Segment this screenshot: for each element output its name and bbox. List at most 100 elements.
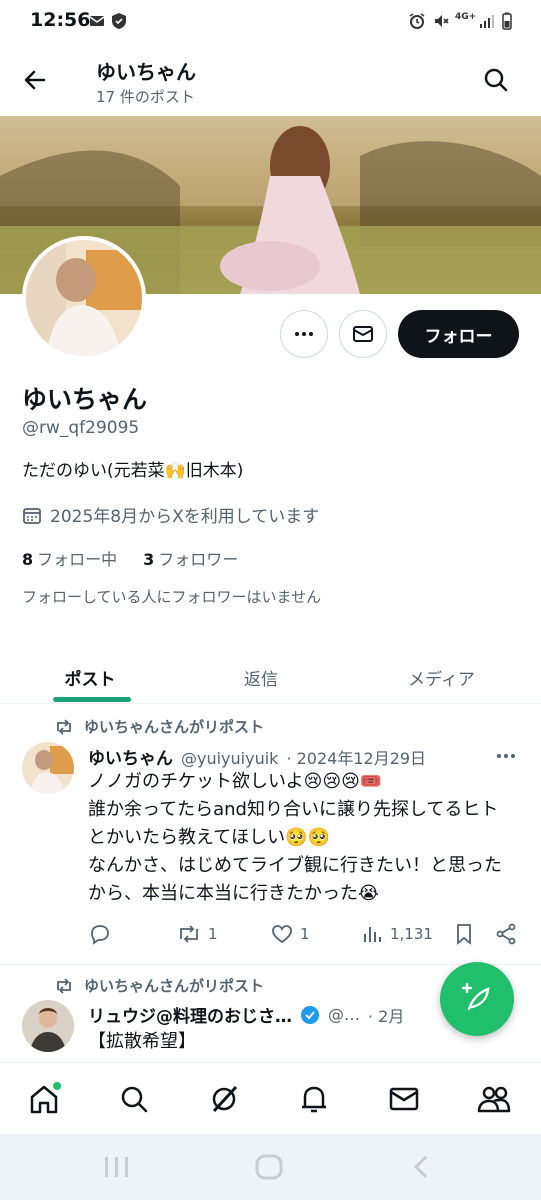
calendar-icon — [23, 507, 41, 524]
repost-icon — [57, 718, 71, 735]
home-icon — [30, 1082, 61, 1114]
bell-icon — [302, 1086, 326, 1113]
follow-button[interactable]: フォロー — [398, 310, 519, 358]
tweet-author-handle[interactable]: @yuiyuiyuik — [181, 749, 278, 768]
tweet-line: とかいたら教えてほしい🥺🥺 — [88, 827, 330, 848]
mail-icon — [89, 16, 105, 26]
battery-icon — [502, 12, 512, 30]
tweet-date[interactable]: · 2024年12月29日 — [286, 745, 426, 769]
nav-notifications[interactable] — [296, 1081, 332, 1117]
more-options-button[interactable] — [280, 310, 328, 358]
signal-icon — [480, 15, 494, 28]
tweet-avatar[interactable] — [22, 1000, 74, 1052]
tweet-header: ゆいちゃん @yuiyuiyuik · 2024年12月29日 — [88, 744, 426, 769]
reply-button[interactable] — [88, 922, 112, 946]
tweet-line: から、本当に本当に行きたかった😭 — [88, 883, 380, 904]
repost-label: ゆいちゃんさんがリポスト — [84, 718, 265, 736]
envelope-icon — [353, 326, 373, 342]
compose-feather-icon — [461, 982, 490, 1011]
people-icon — [477, 1086, 511, 1113]
tweet-line: 誰か余ってたらand知り合いに譲り先探してるヒト — [88, 799, 499, 820]
status-time: 12:56 — [30, 9, 91, 31]
followers-count: 3 — [143, 550, 155, 569]
alarm-icon — [409, 13, 425, 29]
nav-home[interactable] — [26, 1081, 62, 1117]
tweet-author-name[interactable]: リュウジ@料理のおじさ… — [88, 1002, 292, 1027]
retweet-count: 1 — [208, 925, 218, 943]
mutual-followers-note: フォローしている人にフォロワーはいません — [22, 588, 322, 606]
mute-icon — [435, 15, 449, 27]
like-count: 1 — [300, 925, 310, 943]
tweet-text: ノノガのチケット欲しいよ😢😢😢🎟️ 誰か余ってたらand知り合いに譲り先探してる… — [88, 768, 528, 908]
tweet-author-name[interactable]: ゆいちゃん — [88, 744, 173, 769]
tab-posts[interactable]: ポスト — [0, 650, 180, 704]
recent-apps-icon[interactable] — [102, 1154, 132, 1180]
followers-link[interactable]: 3 フォロワー — [143, 546, 238, 570]
tweet-avatar[interactable] — [22, 742, 74, 794]
follow-stats: 8 フォロー中 3 フォロワー — [22, 546, 238, 570]
tab-replies[interactable]: 返信 — [180, 650, 342, 704]
search-icon — [484, 68, 508, 92]
repost-icon — [57, 977, 71, 994]
back-chevron-icon[interactable] — [406, 1154, 436, 1180]
header-title: ゆいちゃん — [96, 60, 196, 84]
repost-label: ゆいちゃんさんがリポスト — [84, 977, 265, 995]
header-post-count: 17 件のポスト — [96, 88, 195, 106]
tweet-author-handle[interactable]: @… — [328, 1005, 360, 1024]
avatar-image — [22, 742, 74, 794]
nav-communities[interactable] — [476, 1081, 512, 1117]
following-count: 8 — [22, 550, 34, 569]
bookmark-icon[interactable] — [452, 922, 476, 946]
tweet-line: なんかさ、はじめてライブ観に行きたい！と思った — [88, 855, 502, 876]
view-count: 1,131 — [390, 925, 433, 943]
status-bar: 12:56 4G+ — [0, 0, 541, 44]
home-circle-icon[interactable] — [254, 1154, 284, 1180]
profile-bio: ただのゆい(元若菜🙌旧木本) — [22, 461, 244, 481]
views-button[interactable]: 1,131 — [360, 922, 433, 946]
system-navigation-bar — [0, 1134, 541, 1200]
tweet-more-icon[interactable] — [494, 746, 518, 766]
like-button[interactable]: 1 — [270, 922, 310, 946]
nav-search[interactable] — [116, 1081, 152, 1117]
tweet-text: 【拡散希望】 — [88, 1031, 196, 1052]
views-chart-icon — [364, 927, 381, 942]
profile-name: ゆいちゃん — [22, 385, 148, 414]
compose-post-button[interactable] — [440, 962, 514, 1036]
verified-badge-icon — [301, 1005, 319, 1024]
profile-avatar[interactable] — [22, 236, 146, 360]
arrow-left-icon — [24, 70, 46, 90]
nav-messages[interactable] — [386, 1081, 422, 1117]
tab-media[interactable]: メディア — [342, 650, 541, 704]
retweet-button[interactable]: 1 — [176, 922, 218, 946]
tweet-date-text: 2024年12月29日 — [296, 749, 427, 768]
grok-icon — [212, 1085, 238, 1113]
reply-icon — [91, 925, 109, 945]
avatar-image — [22, 1000, 74, 1052]
search-icon — [121, 1086, 148, 1113]
retweet-icon — [180, 925, 198, 943]
active-tab-indicator — [53, 697, 131, 702]
tweet-line: ノノガのチケット欲しいよ😢😢😢🎟️ — [88, 771, 383, 792]
share-icon[interactable] — [494, 922, 518, 946]
joined-date-row: 2025年8月からXを利用しています — [22, 502, 319, 527]
more-horizontal-icon — [295, 332, 313, 336]
followers-label: フォロワー — [158, 550, 239, 569]
profile-tabs: ポスト 返信 メディア — [0, 650, 541, 704]
nav-grok[interactable] — [206, 1081, 242, 1117]
joined-date-text: 2025年8月からXを利用しています — [50, 507, 320, 527]
search-button[interactable] — [478, 62, 514, 98]
following-label: フォロー中 — [37, 550, 118, 569]
network-label: 4G+ — [455, 12, 477, 22]
repost-indicator: ゆいちゃんさんがリポスト — [54, 975, 264, 996]
tweet-header: リュウジ@料理のおじさ… @… · 2月 — [88, 1002, 438, 1027]
heart-icon — [272, 925, 292, 944]
following-link[interactable]: 8 フォロー中 — [22, 546, 117, 570]
avatar-image — [26, 240, 142, 356]
bottom-navigation — [0, 1062, 541, 1134]
back-button[interactable] — [18, 62, 54, 98]
tweet-date[interactable]: · 2月 — [368, 1003, 404, 1027]
message-button[interactable] — [339, 310, 387, 358]
profile-handle: @rw_qf29095 — [22, 418, 140, 438]
envelope-icon — [389, 1087, 419, 1111]
shield-icon — [112, 13, 126, 29]
